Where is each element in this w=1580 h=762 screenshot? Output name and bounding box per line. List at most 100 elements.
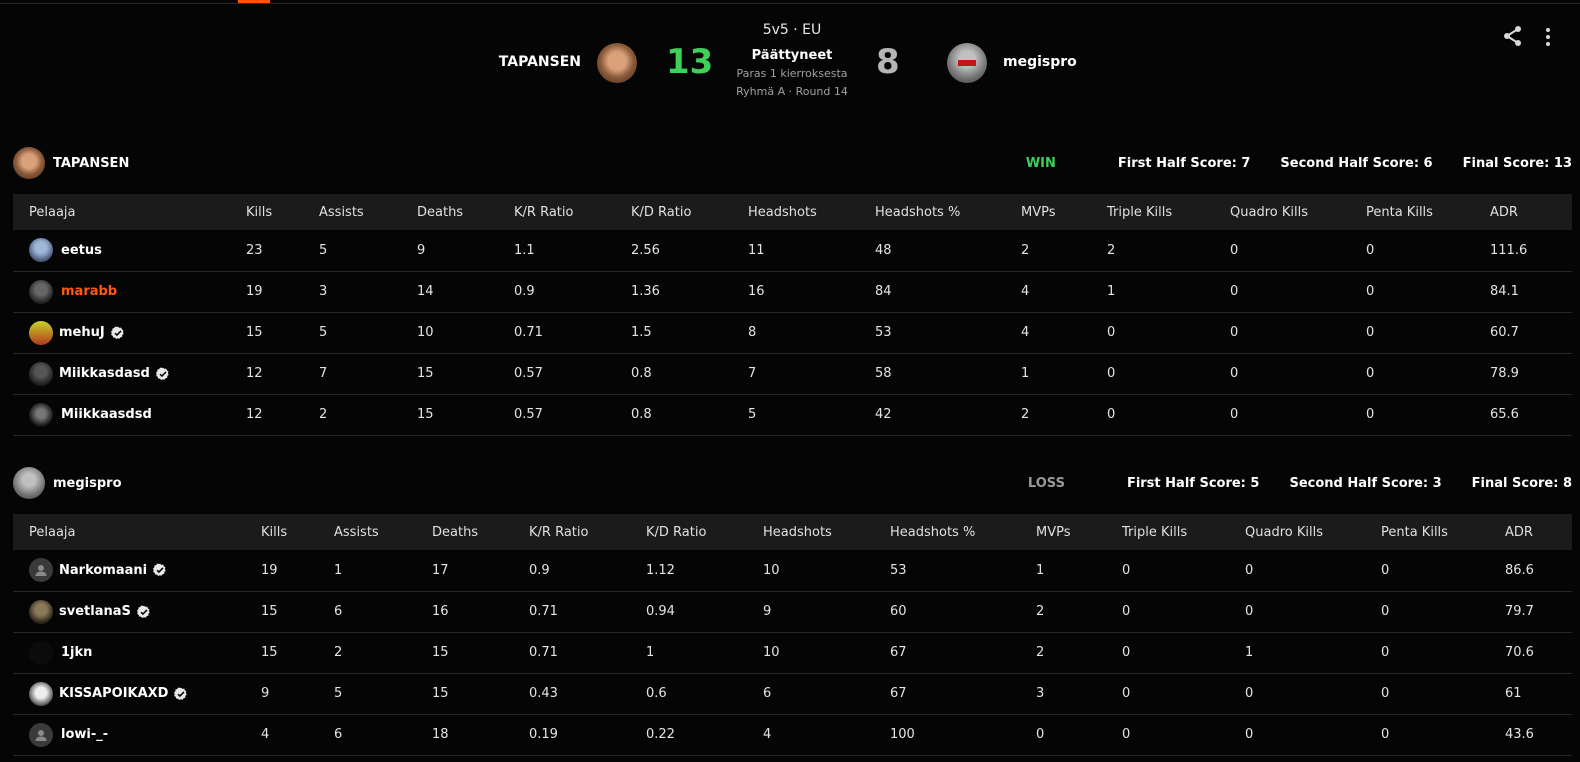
table-row[interactable]: marabb 19 3 14 0.9 1.36 16 84 4 1 0 0 84.1 bbox=[13, 271, 1572, 312]
more-vertical-icon[interactable] bbox=[1541, 25, 1555, 49]
first-half-score: First Half Score: 5 bbox=[1126, 476, 1260, 491]
player-avatar[interactable] bbox=[29, 558, 53, 583]
player-name[interactable]: Miikkaasdsd bbox=[61, 407, 152, 422]
player-avatar[interactable] bbox=[29, 238, 53, 263]
stat-cell: 0 bbox=[1381, 562, 1390, 578]
table-row[interactable]: Miikkasdasd 12 7 15 0.57 0.8 7 58 1 0 0 0 78.9 bbox=[13, 353, 1572, 394]
column-header[interactable]: Headshots bbox=[748, 194, 875, 230]
player-avatar[interactable] bbox=[29, 402, 53, 427]
column-header[interactable]: Triple Kills bbox=[1107, 194, 1230, 230]
column-header[interactable]: MVPs bbox=[1021, 194, 1107, 230]
player-cell: KISSAPOIKAXD bbox=[13, 673, 261, 714]
player-name[interactable]: 1jkn bbox=[61, 645, 92, 660]
player-name[interactable]: Narkomaani bbox=[59, 563, 147, 578]
column-header[interactable]: K/R Ratio bbox=[529, 514, 646, 550]
column-header[interactable]: Deaths bbox=[417, 194, 514, 230]
stat-cell: 3 bbox=[1036, 686, 1045, 701]
column-header[interactable]: Headshots % bbox=[890, 514, 1036, 550]
player-name[interactable]: KISSAPOIKAXD bbox=[59, 686, 168, 701]
column-header[interactable]: Quadro Kills bbox=[1245, 514, 1381, 550]
column-header[interactable]: Triple Kills bbox=[1122, 514, 1245, 550]
column-header[interactable]: Pelaaja bbox=[13, 514, 261, 550]
stat-cell: 1.12 bbox=[646, 562, 675, 578]
stat-cell: 5 bbox=[319, 242, 328, 258]
second-half-score: Second Half Score: 6 bbox=[1280, 156, 1433, 171]
team-b-avatar[interactable] bbox=[947, 43, 987, 83]
stat-cell: 0 bbox=[1122, 686, 1131, 701]
table-row[interactable]: 1jkn 15 2 15 0.71 1 10 67 2 0 1 0 70.6 bbox=[13, 632, 1572, 673]
player-name[interactable]: svetlanaS bbox=[59, 604, 131, 619]
stat-cell: 19 bbox=[261, 562, 278, 578]
player-avatar[interactable] bbox=[29, 640, 53, 665]
column-header[interactable]: Penta Kills bbox=[1381, 514, 1505, 550]
team-name[interactable]: megispro bbox=[53, 476, 122, 491]
column-header[interactable]: Kills bbox=[261, 514, 334, 550]
stat-cell: 2 bbox=[334, 645, 343, 660]
match-group-round: Ryhmä A · Round 14 bbox=[736, 85, 848, 98]
column-header[interactable]: Headshots % bbox=[875, 194, 1021, 230]
first-half-score: First Half Score: 7 bbox=[1117, 156, 1251, 171]
stat-cell: 0 bbox=[1230, 284, 1239, 299]
stat-cell: 1.5 bbox=[631, 325, 652, 340]
share-icon[interactable] bbox=[1501, 24, 1525, 48]
player-name[interactable]: lowi-_- bbox=[61, 727, 108, 742]
table-row[interactable]: lowi-_- 4 6 18 0.19 0.22 4 100 0 0 0 0 43.6 bbox=[13, 714, 1572, 755]
team-a-avatar[interactable] bbox=[597, 43, 637, 83]
player-name[interactable]: mehuJ bbox=[59, 325, 105, 340]
column-header[interactable]: Deaths bbox=[432, 514, 529, 550]
team-name[interactable]: TAPANSEN bbox=[53, 156, 129, 171]
table-row[interactable]: Narkomaani 19 1 17 0.9 1.12 10 53 1 0 0 0 86.6 bbox=[13, 550, 1572, 591]
verified-badge-icon bbox=[153, 563, 166, 577]
player-avatar[interactable] bbox=[29, 681, 53, 706]
verified-badge-icon bbox=[155, 367, 169, 380]
column-header[interactable]: MVPs bbox=[1036, 514, 1122, 550]
column-header[interactable]: Assists bbox=[334, 514, 432, 550]
column-header[interactable]: K/D Ratio bbox=[646, 514, 763, 550]
stat-cell: 15 bbox=[246, 325, 263, 340]
team-avatar[interactable] bbox=[13, 467, 45, 499]
stat-cell: 0.19 bbox=[529, 727, 558, 742]
team-section-a: TAPANSEN WIN First Half Score: 7 Second … bbox=[13, 146, 1572, 435]
player-name[interactable]: marabb bbox=[61, 284, 117, 299]
column-header[interactable]: Headshots bbox=[763, 514, 890, 550]
column-header[interactable]: ADR bbox=[1505, 514, 1572, 550]
stat-cell: 1 bbox=[1021, 366, 1030, 381]
player-name[interactable]: Miikkasdasd bbox=[59, 366, 150, 381]
stat-cell: 2 bbox=[1036, 604, 1045, 619]
column-header[interactable]: ADR bbox=[1490, 194, 1572, 230]
stat-cell: 78.9 bbox=[1490, 366, 1519, 381]
stat-cell: 1 bbox=[334, 562, 343, 578]
stat-cell: 6 bbox=[334, 727, 343, 742]
stat-cell: 2 bbox=[319, 407, 328, 422]
table-row[interactable]: mehuJ 15 5 10 0.71 1.5 8 53 4 0 0 0 60.7 bbox=[13, 312, 1572, 353]
table-row[interactable]: KISSAPOIKAXD 9 5 15 0.43 0.6 6 67 3 0 0 0 61 bbox=[13, 673, 1572, 714]
column-header[interactable]: Pelaaja bbox=[13, 194, 246, 230]
column-header[interactable]: Penta Kills bbox=[1366, 194, 1490, 230]
team-section-b: megispro LOSS First Half Score: 5 Second… bbox=[13, 466, 1572, 755]
column-header[interactable]: Kills bbox=[246, 194, 319, 230]
column-header[interactable]: Assists bbox=[319, 194, 417, 230]
player-avatar[interactable] bbox=[29, 320, 53, 345]
player-avatar[interactable] bbox=[29, 599, 53, 624]
column-header[interactable]: Quadro Kills bbox=[1230, 194, 1366, 230]
team-a-name[interactable]: TAPANSEN bbox=[430, 54, 581, 70]
column-header[interactable]: K/D Ratio bbox=[631, 194, 748, 230]
verified-badge-icon bbox=[174, 687, 188, 700]
player-avatar[interactable] bbox=[29, 361, 53, 386]
table-row[interactable]: svetlanaS 15 6 16 0.71 0.94 9 60 2 0 0 0 79.7 bbox=[13, 591, 1572, 632]
table-row[interactable]: Miikkaasdsd 12 2 15 0.57 0.8 5 42 2 0 0 0 65.6 bbox=[13, 394, 1572, 435]
team-b-name[interactable]: megispro bbox=[1003, 54, 1077, 70]
team-avatar[interactable] bbox=[13, 147, 45, 179]
player-avatar[interactable] bbox=[29, 279, 53, 304]
column-header[interactable]: K/R Ratio bbox=[514, 194, 631, 230]
player-avatar[interactable] bbox=[29, 722, 53, 747]
player-cell: 1jkn bbox=[13, 632, 261, 673]
stat-cell: 0 bbox=[1381, 645, 1390, 660]
stat-cell: 0 bbox=[1122, 604, 1131, 619]
stat-cell: 1 bbox=[1245, 645, 1254, 660]
stat-cell: 0 bbox=[1381, 727, 1390, 742]
result-badge: WIN bbox=[1025, 156, 1056, 171]
table-row[interactable]: eetus 23 5 9 1.1 2.56 11 48 2 2 0 0 111.6 bbox=[13, 230, 1572, 271]
stat-cell: 12 bbox=[246, 407, 263, 422]
player-name[interactable]: eetus bbox=[61, 243, 102, 258]
